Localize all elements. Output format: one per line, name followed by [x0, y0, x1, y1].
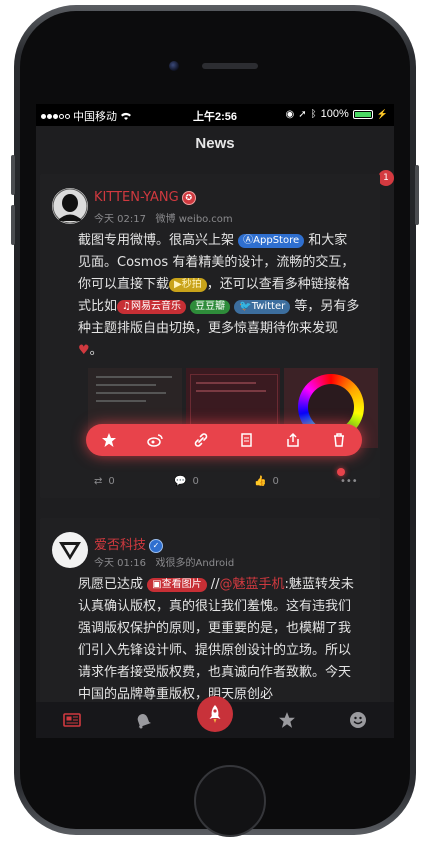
post-text: 截图专用微博。很高兴上架 ⒶAppStore 和大家见面。Cosmos 有着精美… — [78, 233, 360, 358]
feed-list[interactable]: 1 KITTEN-YANG ✪ 今天 02:17 微博 weibo.com 截图专… — [36, 166, 394, 702]
music-link[interactable]: ♫网易云音乐 — [117, 300, 186, 314]
battery-icon — [352, 109, 373, 119]
copy-icon[interactable] — [237, 430, 257, 450]
link-icon[interactable] — [191, 430, 211, 450]
tab-news[interactable] — [54, 702, 90, 738]
power-button — [415, 165, 419, 225]
rocket-icon — [209, 705, 221, 723]
view-image-link[interactable]: ▣查看图片 — [147, 578, 207, 592]
front-camera — [169, 61, 179, 71]
post-time: 今天 01:16 — [94, 558, 146, 569]
repost-button[interactable]: ⇄ 0 — [94, 476, 174, 487]
repost-icon: ⇄ — [94, 476, 103, 487]
mention-link[interactable]: @魅蓝手机 — [220, 577, 285, 592]
earpiece-speaker — [202, 63, 258, 69]
more-icon: ••• — [340, 476, 358, 487]
post-time: 今天 02:17 — [94, 214, 146, 225]
comment-icon: 💬 — [174, 476, 187, 487]
charging-icon: ⚡ — [376, 108, 388, 119]
action-bar-pointer — [337, 468, 345, 476]
post-source: 戏很多的Android — [155, 558, 235, 569]
avatar-silhouette-icon — [52, 188, 88, 224]
post-meta: 今天 01:16 戏很多的Android — [94, 554, 234, 569]
tab-favorites[interactable] — [269, 702, 305, 738]
share-icon[interactable] — [283, 430, 303, 450]
compose-button[interactable] — [196, 696, 233, 732]
nav-bar: News — [36, 126, 394, 166]
post-source: 微博 weibo.com — [155, 214, 233, 225]
location-icon: ➚ — [298, 108, 307, 120]
heart-icon: ♥ — [78, 343, 90, 358]
verified-badge-icon: ✓ — [149, 538, 164, 553]
more-button[interactable]: ••• — [340, 476, 358, 487]
tab-profile[interactable] — [340, 702, 376, 738]
volume-button — [11, 205, 15, 245]
tab-notifications[interactable] — [125, 702, 161, 738]
douban-link[interactable]: 豆豆瓣 — [190, 300, 231, 314]
post-author[interactable]: 爱否科技 ✓ — [94, 534, 164, 553]
avatar[interactable] — [52, 188, 88, 224]
verified-badge-icon: ✪ — [181, 190, 196, 205]
volume-button — [11, 155, 15, 195]
avatar[interactable] — [52, 532, 88, 568]
app-screen: 中国移动 上午2:56 ◉ ➚ ᛒ 100% ⚡ News 1 KITTEN-Y… — [36, 104, 394, 738]
tab-spacer — [196, 696, 233, 738]
home-button[interactable] — [194, 765, 266, 837]
bluetooth-icon: ᛒ — [310, 108, 317, 120]
post-meta: 今天 02:17 微博 weibo.com — [94, 210, 233, 225]
post-card[interactable]: 爱否科技 ✓ 今天 01:16 戏很多的Android 夙愿已达成 ▣查看图片 /… — [40, 518, 380, 702]
tab-bar — [36, 696, 394, 738]
post-author[interactable]: KITTEN-YANG ✪ — [94, 190, 196, 205]
status-bar: 中国移动 上午2:56 ◉ ➚ ᛒ 100% ⚡ — [36, 104, 394, 126]
trash-icon[interactable] — [329, 430, 349, 450]
unread-badge[interactable]: 1 — [378, 170, 394, 186]
news-icon — [62, 713, 81, 727]
appstore-link[interactable]: ⒶAppStore — [238, 234, 305, 248]
lock-rotation-icon: ◉ — [285, 108, 295, 120]
post-stats: ⇄ 0 💬 0 👍 0 ••• — [94, 476, 358, 487]
post-text: 夙愿已达成 ▣查看图片 //@魅蓝手机:魅蓝转发未认真确认版权，真的很让我们羞愧… — [78, 577, 354, 702]
twitter-link[interactable]: 🐦Twitter — [234, 300, 291, 314]
miaopai-link[interactable]: ▶秒拍 — [169, 278, 207, 292]
battery-percent: 100% — [320, 108, 349, 120]
star-icon[interactable] — [99, 430, 119, 450]
page-title: News — [195, 135, 235, 152]
thumbs-up-icon: 👍 — [254, 476, 267, 487]
post-action-bar — [86, 424, 362, 456]
smile-icon — [350, 712, 367, 728]
star-icon — [278, 712, 295, 728]
aifou-logo-icon — [53, 533, 87, 567]
like-button[interactable]: 👍 0 — [254, 476, 334, 487]
weibo-icon[interactable] — [145, 430, 165, 450]
bell-icon — [138, 714, 152, 729]
comment-button[interactable]: 💬 0 — [174, 476, 254, 487]
